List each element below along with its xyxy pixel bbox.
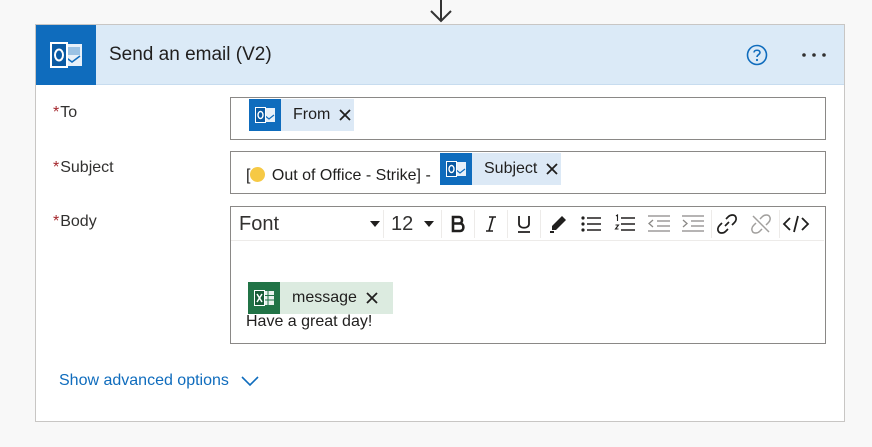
to-label-text: To	[60, 104, 78, 121]
body-label: *Body	[53, 213, 97, 231]
from-token-label: From	[293, 106, 331, 123]
outlook-icon	[440, 153, 472, 185]
chevron-down-icon	[424, 221, 434, 227]
subject-field[interactable]: [ Out of Office - Strike] - Subject	[230, 151, 826, 194]
link-icon[interactable]	[713, 210, 741, 238]
toolbar-divider	[474, 210, 475, 238]
subject-token[interactable]: Subject	[440, 153, 562, 185]
remove-token-icon[interactable]	[543, 160, 561, 178]
body-text: Have a great day!	[246, 313, 373, 330]
outlook-icon	[249, 99, 281, 131]
message-token-label: message	[292, 289, 357, 306]
font-size-value: 12	[391, 212, 414, 235]
font-size-select[interactable]: 12	[391, 210, 435, 238]
toolbar-divider	[779, 210, 780, 238]
body-editor[interactable]: Font 12 message Have a great day!	[230, 206, 826, 344]
to-label: *To	[53, 104, 77, 122]
show-advanced-options-link[interactable]: Show advanced options	[59, 372, 259, 390]
subject-label-text: Subject	[60, 159, 114, 176]
subject-text: [ Out of Office - Strike] -	[246, 167, 431, 185]
highlight-pen-icon[interactable]	[544, 210, 572, 238]
more-dots-icon[interactable]	[796, 43, 832, 67]
chevron-down-icon	[241, 376, 259, 387]
show-advanced-options-label: Show advanced options	[59, 372, 229, 389]
increase-indent-icon[interactable]	[679, 210, 707, 238]
rich-text-toolbar: Font 12	[231, 207, 824, 241]
excel-icon	[248, 282, 280, 314]
send-email-action-card: Send an email (V2) *To From *Subject [O…	[35, 24, 845, 422]
toolbar-divider	[507, 210, 508, 238]
decrease-indent-icon[interactable]	[645, 210, 673, 238]
help-circle-icon[interactable]	[746, 44, 768, 66]
toolbar-divider	[711, 210, 712, 238]
action-header[interactable]: Send an email (V2)	[36, 25, 844, 85]
required-marker: *	[53, 213, 60, 230]
message-token[interactable]: message	[248, 282, 393, 314]
to-field[interactable]: From	[230, 97, 826, 140]
body-label-text: Body	[60, 213, 97, 230]
bold-icon[interactable]	[444, 210, 472, 238]
bullet-list-icon[interactable]	[577, 210, 605, 238]
underline-icon[interactable]	[510, 210, 538, 238]
unlink-icon[interactable]	[747, 210, 775, 238]
subject-prefix-text: Out of Office - Strike] -	[271, 167, 431, 184]
subject-label: *Subject	[53, 159, 114, 177]
toolbar-divider	[441, 210, 442, 238]
toolbar-divider	[383, 210, 384, 238]
italic-icon[interactable]	[477, 210, 505, 238]
subject-token-label: Subject	[484, 160, 538, 177]
font-select-value: Font	[239, 212, 280, 235]
required-marker: *	[53, 159, 60, 176]
font-select[interactable]: Font	[239, 210, 381, 238]
numbered-list-icon[interactable]	[611, 210, 639, 238]
action-title: Send an email (V2)	[109, 44, 272, 65]
toolbar-divider	[540, 210, 541, 238]
from-token[interactable]: From	[249, 99, 355, 131]
remove-token-icon[interactable]	[363, 289, 381, 307]
code-view-icon[interactable]	[781, 210, 811, 238]
remove-token-icon[interactable]	[336, 106, 354, 124]
required-marker: *	[53, 104, 60, 121]
raised-fist-emoji	[250, 167, 266, 182]
chevron-down-icon	[370, 221, 380, 227]
outlook-icon	[36, 25, 96, 85]
arrow-down-icon	[430, 0, 452, 23]
